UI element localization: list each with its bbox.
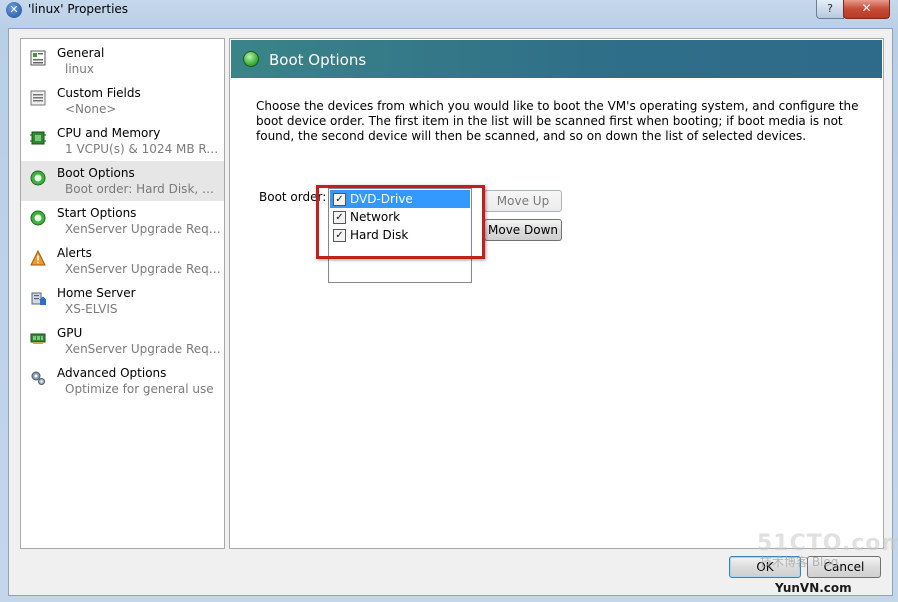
sidebar-item-label: Alerts [57, 246, 92, 260]
app-icon: ✕ [6, 2, 22, 18]
custom-fields-icon [30, 90, 46, 106]
home-server-icon [31, 292, 46, 305]
close-button[interactable]: ✕ [843, 0, 890, 19]
sidebar-item-label: Home Server [57, 286, 136, 300]
sidebar-item-home-server[interactable]: Home Server XS-ELVIS [21, 281, 224, 321]
sidebar-item-detail: <None> [65, 102, 117, 116]
sidebar-item-detail: XS-ELVIS [65, 302, 118, 316]
sidebar-item-label: CPU and Memory [57, 126, 161, 140]
panel-description: Choose the devices from which you would … [256, 99, 859, 143]
window-title: 'linux' Properties [28, 2, 129, 16]
help-button[interactable]: ? [816, 0, 844, 19]
gpu-icon [30, 333, 46, 344]
sidebar-item-label: General [57, 46, 105, 60]
sidebar-item-detail: Optimize for general use [65, 382, 214, 396]
sidebar-item-label: Boot Options [57, 166, 135, 180]
sidebar-item-alerts[interactable]: Alerts XenServer Upgrade Required [21, 241, 224, 281]
dialog-client-area: General linux Custom Fields <None> CPU a… [8, 28, 893, 596]
sidebar-item-boot-options[interactable]: Boot Options Boot order: Hard Disk, Net.… [21, 161, 224, 201]
sidebar-item-detail: Boot order: Hard Disk, Net... [65, 182, 221, 196]
sidebar-item-label: Start Options [57, 206, 137, 220]
general-icon [30, 50, 46, 66]
sidebar-item-detail: 1 VCPU(s) & 1024 MB RAM [65, 142, 221, 156]
move-up-button[interactable]: Move Up [484, 190, 562, 212]
settings-sidebar: General linux Custom Fields <None> CPU a… [20, 38, 225, 549]
sidebar-item-start-options[interactable]: Start Options XenServer Upgrade Required [21, 201, 224, 241]
sidebar-item-label: Advanced Options [57, 366, 167, 380]
sidebar-item-label: Custom Fields [57, 86, 141, 100]
properties-window: ✕ 'linux' Properties ? ✕ General linux C… [0, 0, 898, 602]
panel-header: Boot Options [231, 40, 882, 78]
sidebar-item-detail: XenServer Upgrade Required [65, 342, 221, 356]
sidebar-item-custom-fields[interactable]: Custom Fields <None> [21, 81, 224, 121]
alert-icon [30, 250, 46, 266]
cpu-icon [30, 131, 46, 145]
title-bar[interactable]: ✕ 'linux' Properties ? ✕ [0, 0, 898, 22]
sidebar-item-advanced-options[interactable]: Advanced Options Optimize for general us… [21, 361, 224, 401]
gears-icon [31, 371, 45, 385]
red-highlight-box [316, 185, 485, 259]
boot-icon [30, 170, 46, 186]
boot-options-panel: Boot Options Choose the devices from whi… [229, 38, 884, 549]
sidebar-item-gpu[interactable]: GPU XenServer Upgrade Required [21, 321, 224, 361]
sidebar-item-detail: linux [65, 62, 94, 76]
start-icon [30, 210, 46, 226]
move-down-button[interactable]: Move Down [484, 219, 562, 241]
sidebar-item-detail: XenServer Upgrade Required [65, 262, 221, 276]
watermark-blog: 技术博客 Blog [760, 555, 839, 569]
panel-title: Boot Options [269, 51, 367, 69]
sidebar-item-cpu-memory[interactable]: CPU and Memory 1 VCPU(s) & 1024 MB RAM [21, 121, 224, 161]
sidebar-item-detail: XenServer Upgrade Required [65, 222, 221, 236]
boot-icon [243, 51, 259, 67]
sidebar-item-label: GPU [57, 326, 83, 340]
watermark-yunvn: YunVN.com [775, 581, 852, 595]
sidebar-item-general[interactable]: General linux [21, 41, 224, 81]
